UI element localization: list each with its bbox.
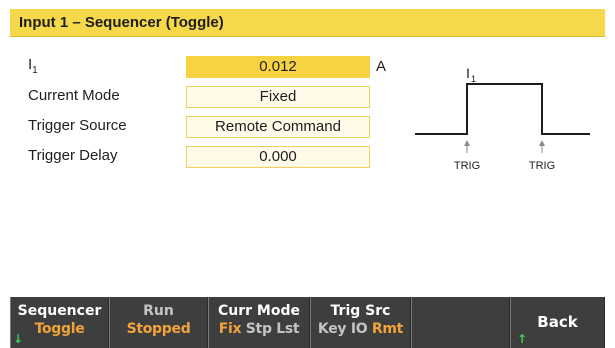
sequencer-softkey-value: Toggle (34, 321, 85, 337)
current-level-field[interactable]: 0.012 (186, 56, 370, 78)
trig-src-option-rmt: Rmt (371, 321, 404, 337)
trig-arrow-right-icon (539, 140, 545, 153)
i1-label-sub: 1 (32, 65, 38, 76)
current-unit: A (376, 58, 387, 75)
current-mode-label: Current Mode (28, 87, 120, 104)
trig-src-option-key: Key (317, 321, 347, 337)
run-softkey-value: Stopped (126, 321, 191, 337)
curr-mode-softkey[interactable]: Curr Mode Fix Stp Lst (208, 297, 310, 348)
run-softkey[interactable]: Run Stopped (109, 297, 208, 348)
trig-src-option-io: IO (350, 321, 368, 337)
trigger-source-field[interactable]: Remote Command (186, 116, 370, 138)
current-mode-field[interactable]: Fixed (186, 86, 370, 108)
down-arrow-icon: ↓ (13, 332, 24, 346)
toggle-waveform-diagram: I 1 TRIG TRIG (415, 65, 590, 172)
curr-mode-option-fix: Fix (218, 321, 242, 337)
diagram-level-sub: 1 (471, 74, 476, 84)
back-softkey-label: Back (537, 313, 578, 331)
back-softkey[interactable]: Back ↑ (510, 297, 605, 348)
screen-title: Input 1 – Sequencer (Toggle) (10, 9, 605, 37)
up-arrow-icon: ↑ (517, 332, 528, 346)
trigger-delay-label: Trigger Delay (28, 147, 118, 164)
instrument-screen: Input 1 – Sequencer (Toggle) I1 0.012 A … (0, 0, 615, 348)
i1-label: I1 (28, 56, 38, 76)
curr-mode-option-lst: Lst (276, 321, 300, 337)
sequencer-softkey[interactable]: Sequencer Toggle ↓ (10, 297, 109, 348)
sequencer-softkey-title: Sequencer (17, 303, 102, 319)
blank-softkey[interactable] (411, 297, 510, 348)
trig-label-right: TRIG (529, 160, 555, 172)
run-softkey-title: Run (143, 303, 174, 319)
curr-mode-options: Fix Stp Lst (209, 320, 309, 338)
trig-src-softkey-title: Trig Src (330, 303, 391, 319)
trigger-source-label: Trigger Source (28, 117, 127, 134)
trig-src-softkey[interactable]: Trig Src Key IO Rmt (310, 297, 411, 348)
curr-mode-option-stp: Stp (245, 321, 272, 337)
trig-src-options: Key IO Rmt (311, 320, 410, 338)
diagram-level-main: I (466, 65, 470, 81)
trig-arrow-left-icon (464, 140, 470, 153)
trig-label-left: TRIG (454, 160, 480, 172)
toggle-waveform-line (415, 83, 590, 135)
curr-mode-softkey-title: Curr Mode (218, 303, 300, 319)
trigger-delay-field[interactable]: 0.000 (186, 146, 370, 168)
